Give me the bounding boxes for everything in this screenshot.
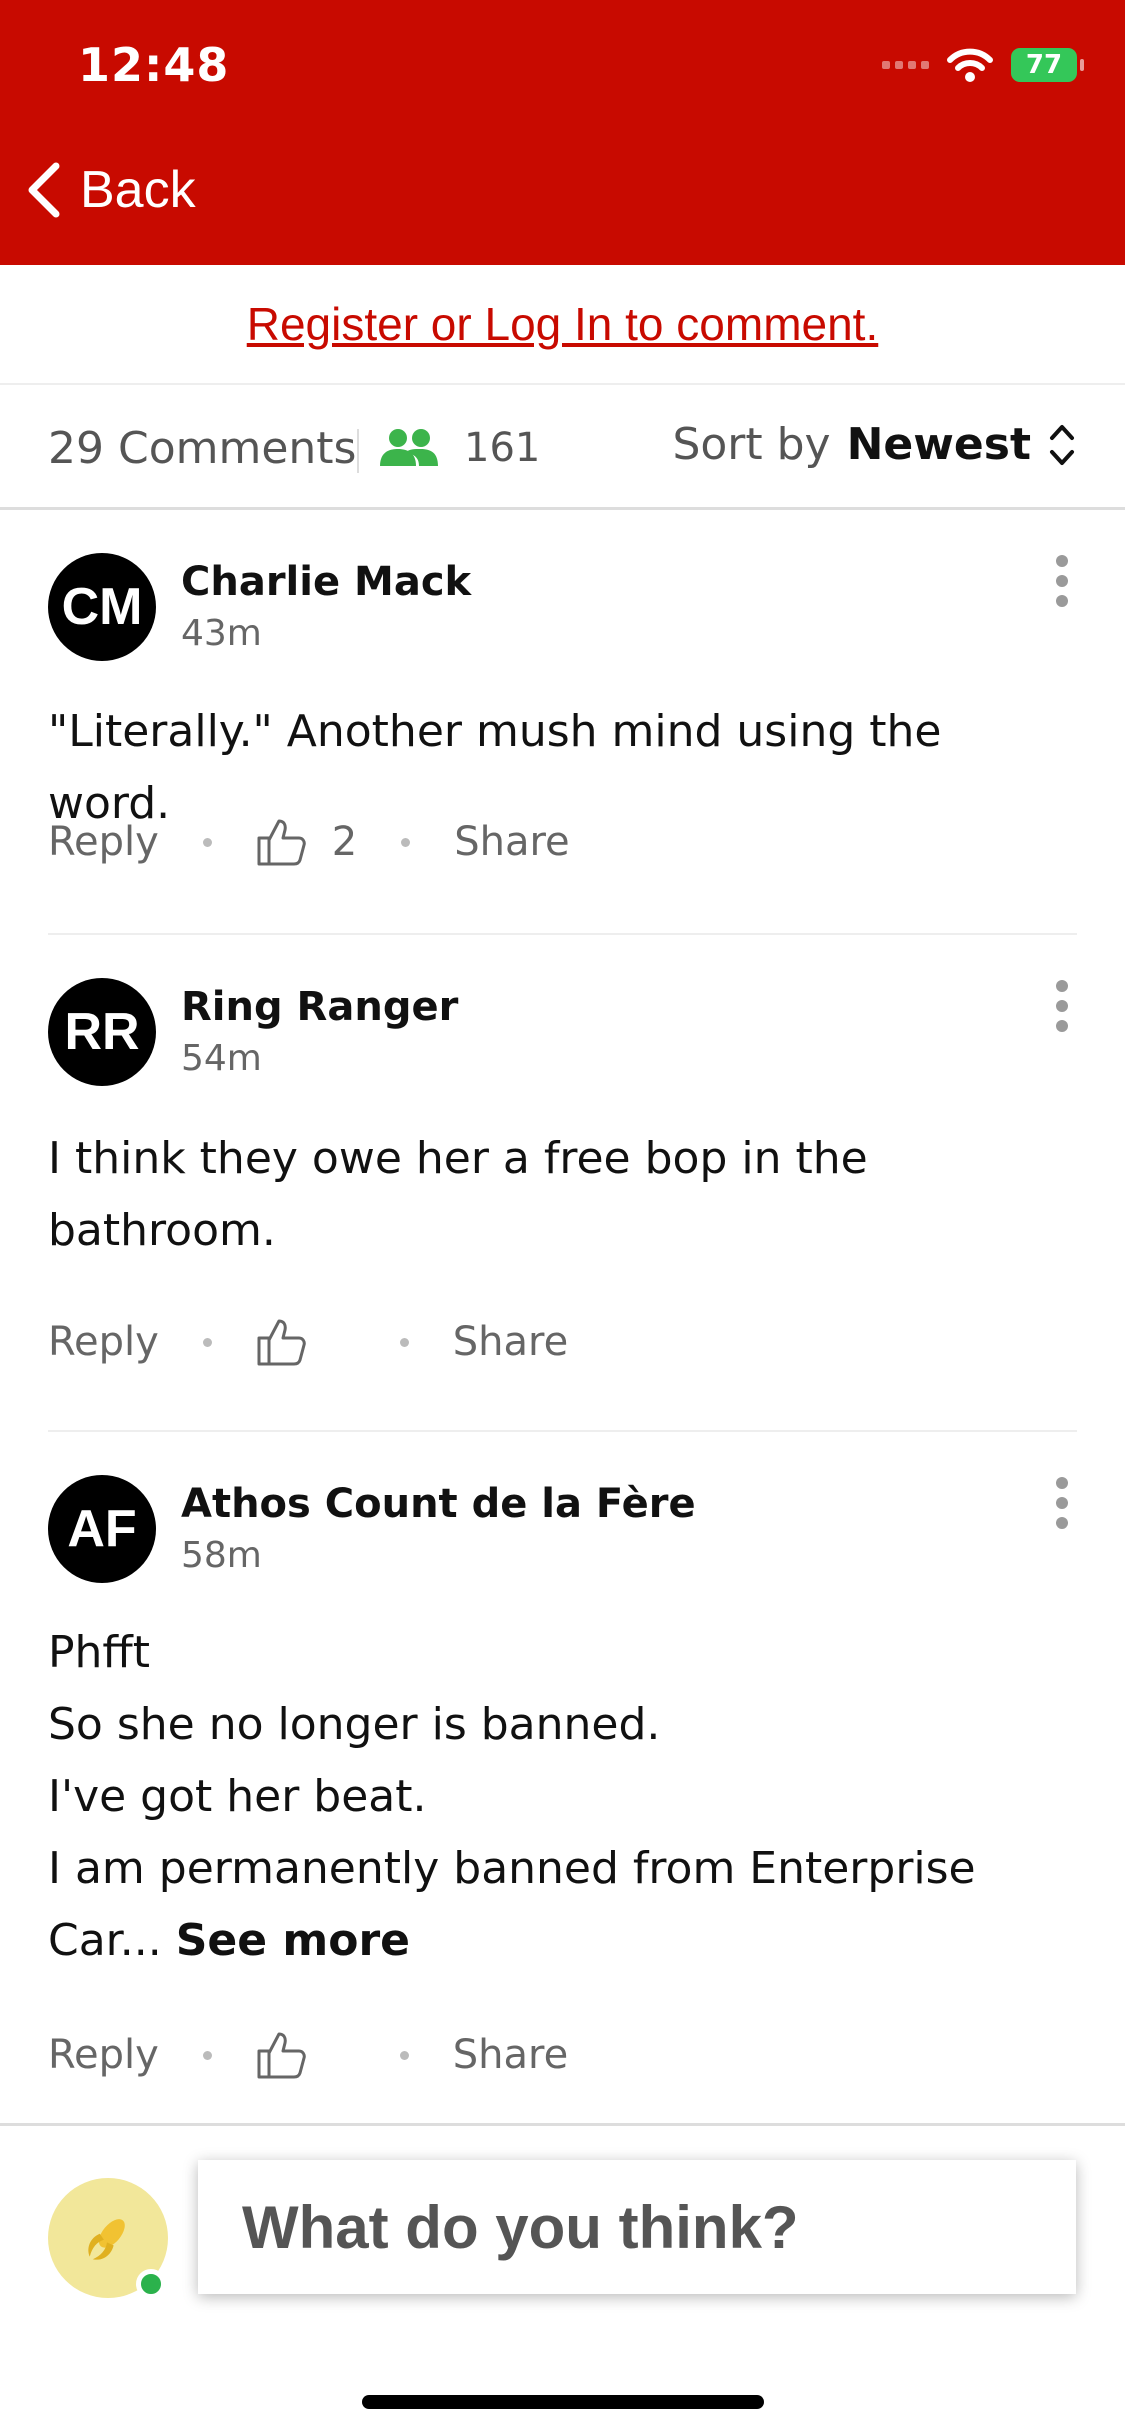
sort-control[interactable]: Sort by Newest (672, 419, 1077, 470)
header-divider (357, 429, 359, 473)
avatar[interactable]: AF (48, 1475, 156, 1583)
share-button[interactable]: Share (453, 1319, 568, 1365)
comment-time: 54m (181, 1038, 262, 1079)
back-label: Back (80, 161, 196, 219)
users-icon (380, 429, 438, 466)
comment-count: 29 Comments (48, 423, 357, 474)
comment-author[interactable]: Charlie Mack (181, 559, 471, 605)
comment-time: 43m (181, 613, 262, 654)
viewer-count: 161 (464, 425, 541, 471)
comment-line-last: Car... See more (48, 1905, 1077, 1977)
corn-icon (88, 2219, 125, 2260)
share-button[interactable]: Share (454, 819, 569, 865)
like-button[interactable] (256, 2030, 356, 2080)
wifi-icon (947, 48, 993, 82)
comment-text: Phfft So she no longer is banned. I've g… (48, 1617, 1077, 1977)
top-bar: 12:48 77 Back (0, 0, 1125, 265)
status-icons: 77 (882, 48, 1084, 82)
sort-label: Sort by (672, 419, 831, 470)
screen: 12:48 77 Back Register or Log In to comm… (0, 0, 1125, 2436)
more-options-button[interactable] (1047, 1477, 1077, 1529)
comment-author[interactable]: Athos Count de la Fère (181, 1481, 696, 1527)
thumbs-up-icon (257, 1319, 306, 1366)
cellular-signal-icon (882, 61, 929, 69)
comment-line: I've got her beat. (48, 1771, 427, 1822)
like-button[interactable] (256, 1317, 356, 1367)
comment: AF Athos Count de la Fère 58m Phfft So s… (48, 1475, 1077, 2105)
composer-divider (0, 2123, 1125, 2126)
like-count: 2 (331, 819, 358, 865)
like-button[interactable]: 2 (256, 817, 357, 867)
comment-input[interactable]: What do you think? (198, 2160, 1076, 2294)
see-more-link[interactable]: See more (176, 1915, 410, 1966)
comment-line: I am permanently banned from Enterprise (48, 1843, 976, 1894)
comments-header: 29 Comments 161 Sort by Newest (0, 385, 1125, 510)
reply-button[interactable]: Reply (48, 2032, 159, 2078)
separator-dot (202, 837, 212, 847)
status-time: 12:48 (78, 38, 230, 92)
comment-divider (48, 933, 1077, 935)
back-chevron-icon (28, 162, 60, 218)
thumbs-up-icon (257, 819, 306, 866)
thumbs-up-icon (257, 2032, 306, 2079)
avatar[interactable]: RR (48, 978, 156, 1086)
battery-icon: 77 (1011, 48, 1084, 82)
separator-dot (401, 837, 411, 847)
separator-dot (202, 1337, 212, 1347)
comment-line: bathroom. (48, 1205, 276, 1256)
separator-dot (202, 2050, 212, 2060)
more-options-button[interactable] (1047, 980, 1077, 1032)
comment-actions: Reply Share (48, 1317, 568, 1367)
separator-dot (399, 1337, 409, 1347)
avatar[interactable]: CM (48, 553, 156, 661)
comment-line: I think they owe her a free bop in the (48, 1133, 868, 1184)
comment-line: Phfft (48, 1627, 150, 1678)
login-bar: Register or Log In to comment. (0, 265, 1125, 385)
share-button[interactable]: Share (453, 2032, 568, 2078)
comment-author[interactable]: Ring Ranger (181, 984, 458, 1030)
home-indicator[interactable] (362, 2395, 764, 2409)
reply-button[interactable]: Reply (48, 819, 159, 865)
comment-divider (48, 1430, 1077, 1432)
back-button[interactable]: Back (26, 160, 196, 220)
more-vertical-icon (1056, 1477, 1068, 1489)
battery-level: 77 (1025, 50, 1063, 80)
comment-input-placeholder: What do you think? (242, 2193, 799, 2261)
comment-actions: Reply Share (48, 2030, 568, 2080)
sort-value: Newest (846, 419, 1031, 470)
comment: CM Charlie Mack 43m "Literally." Another… (48, 553, 1077, 883)
sort-updown-icon (1050, 424, 1074, 465)
comment-text: I think they owe her a free bop in the b… (48, 1123, 1077, 1267)
more-vertical-icon (1056, 980, 1068, 992)
comment: RR Ring Ranger 54m I think they owe her … (48, 978, 1077, 1368)
separator-dot (399, 2050, 409, 2060)
reply-button[interactable]: Reply (48, 1319, 159, 1365)
online-status-dot (136, 2269, 166, 2299)
comment-time: 58m (181, 1535, 262, 1576)
comment-line: Car... (48, 1915, 162, 1966)
more-vertical-icon (1056, 555, 1068, 567)
viewers: 161 (378, 425, 540, 471)
more-options-button[interactable] (1047, 555, 1077, 607)
comment-actions: Reply 2 Share (48, 817, 570, 867)
comment-line: So she no longer is banned. (48, 1699, 661, 1750)
register-login-link[interactable]: Register or Log In to comment. (247, 297, 879, 351)
